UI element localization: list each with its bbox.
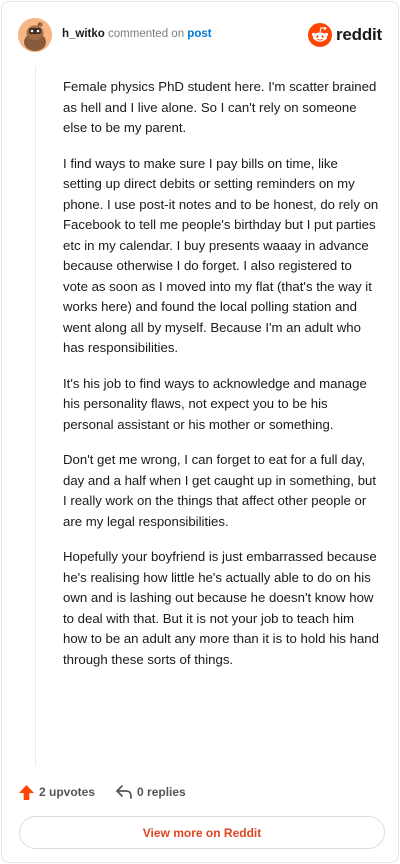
reddit-brand[interactable]: reddit [307,22,382,48]
comment-paragraph: Don't get me wrong, I can forget to eat … [63,452,377,529]
comment-paragraph: Female physics PhD student here. I'm sca… [63,79,377,135]
avatar-icon [18,18,52,52]
reply-arrow-icon [116,785,132,799]
post-link[interactable]: post [187,28,211,40]
replies-count: 0 replies [137,785,186,799]
comment-card: h_witko commented on post reddit Female … [1,1,399,863]
comment-body: Female physics PhD student here. I'm sca… [63,77,379,685]
comment-header: h_witko commented on post reddit [18,18,382,52]
comment-actions: 2 upvotes 0 replies [18,782,186,802]
view-more-button[interactable]: View more on Reddit [19,816,385,849]
upvote-button[interactable]: 2 upvotes [18,784,95,801]
comment-paragraph: I find ways to make sure I pay bills on … [63,155,379,356]
username-link[interactable]: h_witko [62,28,105,40]
upvotes-count: 2 upvotes [39,785,96,799]
upvote-arrow-icon [19,784,34,800]
reddit-logo-icon [307,23,332,47]
action-text: commented on [108,28,185,40]
replies-button[interactable]: 0 replies [115,784,186,800]
thread-line [35,66,36,766]
comment-meta: h_witko commented on post [62,28,212,40]
reddit-wordmark: reddit [335,25,382,44]
comment-paragraph: Hopefully your boyfriend is just embarra… [63,549,379,667]
user-avatar[interactable] [18,18,52,52]
comment-paragraph: It's his job to find ways to acknowledge… [63,375,367,432]
